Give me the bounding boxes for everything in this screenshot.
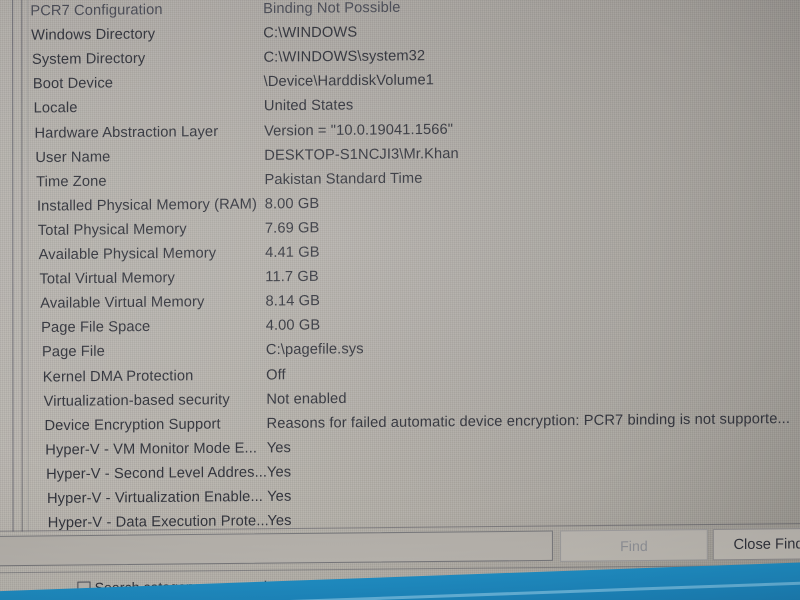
- row-item-value: Binding Not Possible: [263, 0, 401, 18]
- row-item-value: DESKTOP-S1NCJI3\Mr.Khan: [264, 145, 459, 164]
- system-information-window: PCR7 Configuration Binding Not Possible Wi…: [0, 0, 800, 600]
- system-summary-list[interactable]: PCR7 Configuration Binding Not Possible Wi…: [0, 0, 800, 532]
- row-item-value: 8.14 GB: [265, 293, 321, 310]
- row-item-value: Yes: [267, 488, 292, 505]
- row-item-value: C:\WINDOWS: [263, 24, 358, 42]
- row-item-label: Available Physical Memory: [38, 245, 217, 264]
- row-item-label: Hyper-V - Virtualization Enable...: [46, 488, 263, 508]
- row-item-label: Available Virtual Memory: [40, 294, 205, 312]
- row-item-label: Device Encryption Support: [44, 416, 221, 434]
- row-item-value: Pakistan Standard Time: [264, 170, 423, 188]
- row-item-label: Kernel DMA Protection: [42, 367, 194, 386]
- row-item-label: Hardware Abstraction Layer: [34, 123, 219, 142]
- row-item-label: Hyper-V - Second Level Addres...: [46, 464, 268, 483]
- row-item-value: 7.69 GB: [264, 219, 320, 237]
- row-item-label: Installed Physical Memory (RAM): [36, 196, 258, 215]
- row-item-value: C:\pagefile.sys: [265, 341, 364, 359]
- row-item-label: Locale: [33, 100, 78, 117]
- row-item-value: 4.00 GB: [265, 317, 321, 335]
- row-item-label: User Name: [35, 148, 111, 166]
- row-item-label: Page File Space: [41, 319, 151, 337]
- row-item-value: \Device\HarddiskVolume1: [263, 72, 435, 91]
- row-item-value: 4.41 GB: [265, 244, 320, 262]
- row-item-label: Boot Device: [32, 75, 114, 93]
- row-item-label: Virtualization-based security: [43, 391, 230, 410]
- row-item-value: 8.00 GB: [264, 195, 320, 213]
- row-item-value: C:\WINDOWS\system32: [263, 48, 426, 66]
- row-item-label: System Directory: [31, 50, 146, 69]
- find-button[interactable]: Find: [560, 529, 708, 562]
- row-item-value: 11.7 GB: [265, 268, 319, 286]
- close-find-button[interactable]: Close Find: [712, 527, 800, 561]
- row-item-value: Not enabled: [266, 390, 347, 408]
- row-item-value: Yes: [266, 439, 291, 457]
- row-item-label: Windows Directory: [31, 26, 156, 44]
- row-item-value: Off: [266, 366, 286, 383]
- row-item-label: Time Zone: [36, 173, 107, 191]
- find-input[interactable]: [0, 530, 553, 567]
- photographed-screen: PCR7 Configuration Binding Not Possible Wi…: [0, 0, 800, 600]
- row-item-label: Total Virtual Memory: [39, 270, 175, 288]
- row-item-label: PCR7 Configuration: [30, 1, 163, 20]
- row-item-value: United States: [263, 97, 354, 115]
- row-item-label: Page File: [41, 343, 105, 361]
- row-item-label: Total Physical Memory: [37, 221, 187, 239]
- row-item-value: Yes: [266, 464, 292, 481]
- row-item-label: Hyper-V - VM Monitor Mode E...: [45, 440, 258, 459]
- row-item-value: Version = "10.0.19041.1566": [264, 121, 454, 140]
